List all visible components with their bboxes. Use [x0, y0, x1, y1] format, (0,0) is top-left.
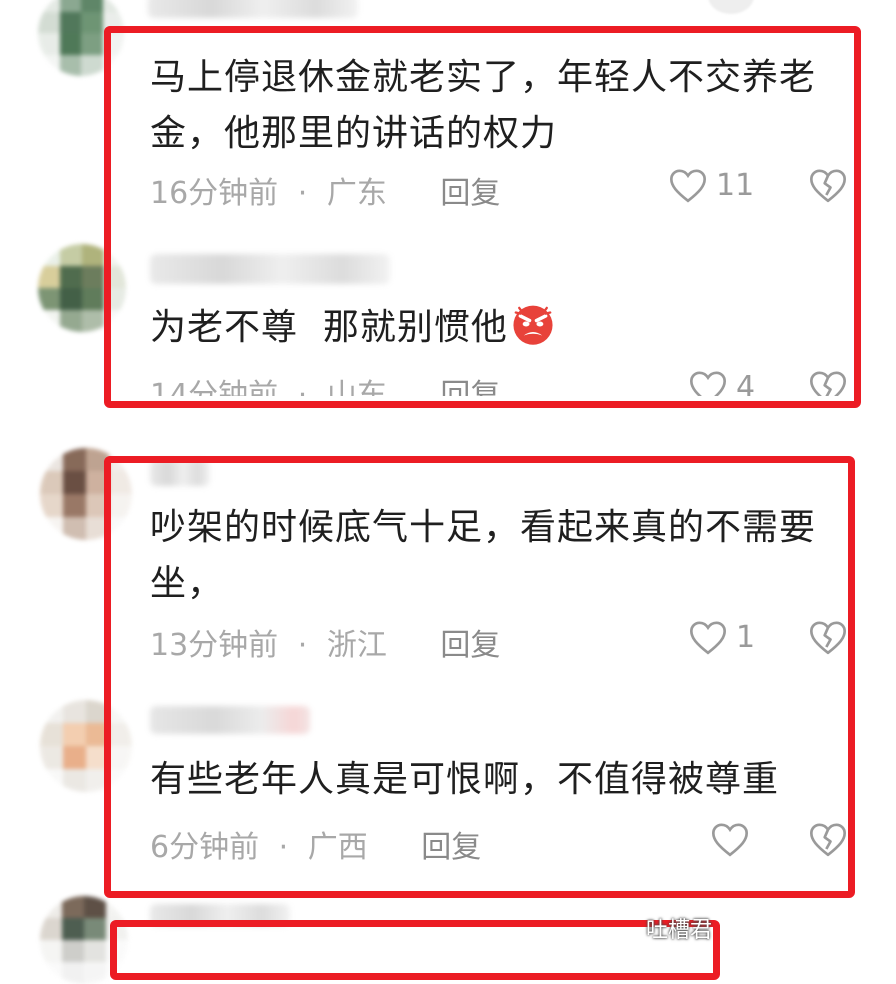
more-icon[interactable] [708, 0, 754, 14]
reply-button[interactable]: 回复 [440, 176, 500, 211]
comment-region: 山东 [326, 378, 387, 396]
separator: · [297, 628, 308, 663]
comment-text: 有些老年人真是可恨啊，不值得被尊重 [150, 759, 780, 800]
username[interactable] [148, 0, 358, 18]
separator: · [278, 830, 289, 865]
comment-text: 马上停退休金就老实了，年轻人不交养老金，他那里的讲话的权力 [150, 57, 817, 154]
comment-text: 为老不尊 那就别惯他 [150, 300, 840, 356]
comment-region: 广西 [307, 830, 368, 865]
comment-meta: 14分钟前 · 山东 回复 [150, 370, 500, 396]
reply-button[interactable]: 回复 [421, 830, 481, 865]
reply-button[interactable]: 回复 [440, 628, 500, 663]
comment-text-body: 为老不尊 那就别惯他 [150, 307, 508, 348]
like-button[interactable]: 1 [688, 618, 755, 656]
avatar[interactable] [38, 244, 126, 332]
separator: · [297, 176, 308, 211]
comment-meta: 13分钟前 · 浙江 回复 [150, 620, 500, 664]
username[interactable] [150, 706, 310, 734]
like-count: 4 [736, 369, 756, 397]
like-count: 1 [736, 619, 756, 655]
username[interactable] [150, 460, 210, 486]
comment-meta-clipped: 14分钟前 · 山东 回复 4 [140, 366, 860, 396]
broken-heart-icon[interactable] [808, 368, 848, 396]
avatar[interactable] [40, 896, 128, 984]
comment-time: 13分钟前 [150, 628, 279, 663]
username[interactable] [150, 254, 390, 284]
avatar[interactable] [40, 448, 132, 540]
broken-heart-icon[interactable] [808, 820, 848, 858]
comment-region: 广东 [326, 176, 387, 211]
broken-heart-icon[interactable] [808, 618, 848, 656]
reply-button[interactable]: 回复 [440, 378, 500, 396]
angry-face-icon [513, 305, 553, 345]
broken-heart-icon[interactable] [808, 166, 848, 204]
like-button[interactable]: 11 [668, 166, 754, 204]
heart-icon [669, 169, 707, 203]
comment-time: 14分钟前 [150, 378, 279, 396]
comment-time: 6分钟前 [150, 830, 260, 865]
comment-meta: 16分钟前 · 广东 回复 [150, 168, 500, 212]
heart-icon [711, 823, 749, 857]
username[interactable] [150, 904, 290, 926]
like-count: 11 [716, 167, 755, 203]
comment-text: 吵架的时候底气十足，看起来真的不需要坐， [150, 507, 817, 604]
comment-region: 浙江 [326, 628, 387, 663]
comment-time: 16分钟前 [150, 176, 279, 211]
comment-meta: 6分钟前 · 广西 回复 [150, 822, 481, 866]
heart-icon [689, 621, 727, 655]
like-button[interactable]: 4 [688, 368, 755, 396]
separator: · [297, 378, 308, 396]
like-button[interactable] [710, 820, 758, 858]
heart-icon [689, 371, 727, 396]
highlight-box [110, 920, 720, 980]
avatar[interactable] [38, 0, 124, 76]
avatar[interactable] [40, 700, 132, 792]
watermark: 吐槽君 [646, 918, 713, 943]
